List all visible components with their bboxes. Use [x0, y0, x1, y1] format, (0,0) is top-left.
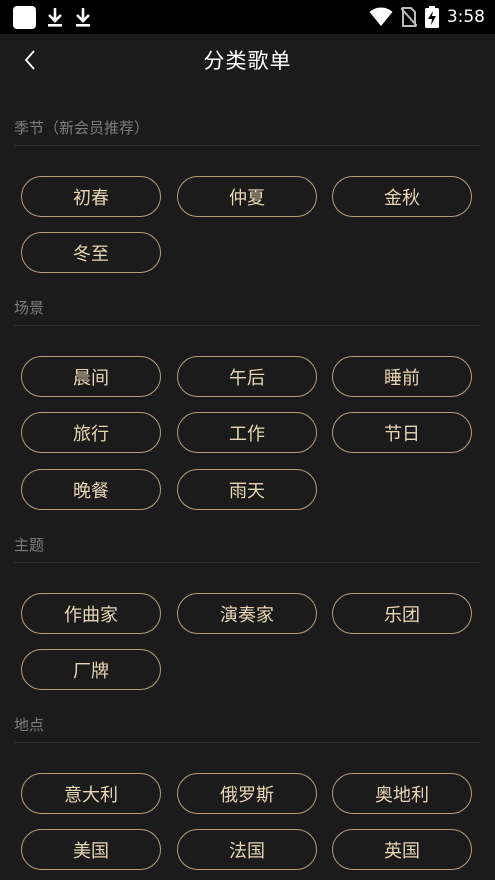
chip-orchestra[interactable]: 乐团: [332, 593, 472, 634]
chip-bedtime[interactable]: 睡前: [332, 356, 472, 397]
chip-afternoon[interactable]: 午后: [177, 356, 317, 397]
chip-france[interactable]: 法国: [177, 829, 317, 870]
chip-rainy-day[interactable]: 雨天: [177, 469, 317, 510]
chip-winter-solstice[interactable]: 冬至: [21, 232, 161, 273]
back-button[interactable]: [14, 44, 46, 76]
app-header: 分类歌单: [0, 34, 495, 86]
wifi-icon: [369, 7, 393, 26]
chevron-left-icon: [24, 50, 35, 70]
chip-uk[interactable]: 英国: [332, 829, 472, 870]
section-title-scene: 场景: [14, 299, 45, 317]
app-square-icon: [13, 5, 36, 29]
chip-holiday[interactable]: 节日: [332, 412, 472, 453]
chip-travel[interactable]: 旅行: [21, 412, 161, 453]
divider: [14, 742, 481, 743]
chip-russia[interactable]: 俄罗斯: [177, 773, 317, 814]
download-icon: [76, 8, 90, 27]
download-icon: [48, 8, 62, 27]
chip-dinner[interactable]: 晚餐: [21, 469, 161, 510]
chip-midsummer[interactable]: 仲夏: [177, 176, 317, 217]
chip-austria[interactable]: 奥地利: [332, 773, 472, 814]
section-title-theme: 主题: [14, 536, 45, 554]
section-title-location: 地点: [14, 716, 45, 734]
chip-italy[interactable]: 意大利: [21, 773, 161, 814]
divider: [14, 562, 481, 563]
chip-golden-autumn[interactable]: 金秋: [332, 176, 472, 217]
chip-performer[interactable]: 演奏家: [177, 593, 317, 634]
divider: [14, 145, 481, 146]
status-bar: 3:58: [0, 0, 495, 34]
status-bar-right: 3:58: [369, 5, 485, 29]
chip-morning[interactable]: 晨间: [21, 356, 161, 397]
chip-label[interactable]: 厂牌: [21, 649, 161, 690]
divider: [14, 325, 481, 326]
status-time: 3:58: [446, 7, 485, 27]
page-title: 分类歌单: [203, 49, 292, 73]
status-bar-left: [13, 5, 92, 29]
chip-work[interactable]: 工作: [177, 412, 317, 453]
chip-composer[interactable]: 作曲家: [21, 593, 161, 634]
chip-usa[interactable]: 美国: [21, 829, 161, 870]
no-sim-icon: [400, 7, 417, 27]
chip-early-spring[interactable]: 初春: [21, 176, 161, 217]
section-title-season: 季节（新会员推荐）: [14, 119, 150, 137]
battery-charging-icon: [424, 6, 439, 28]
